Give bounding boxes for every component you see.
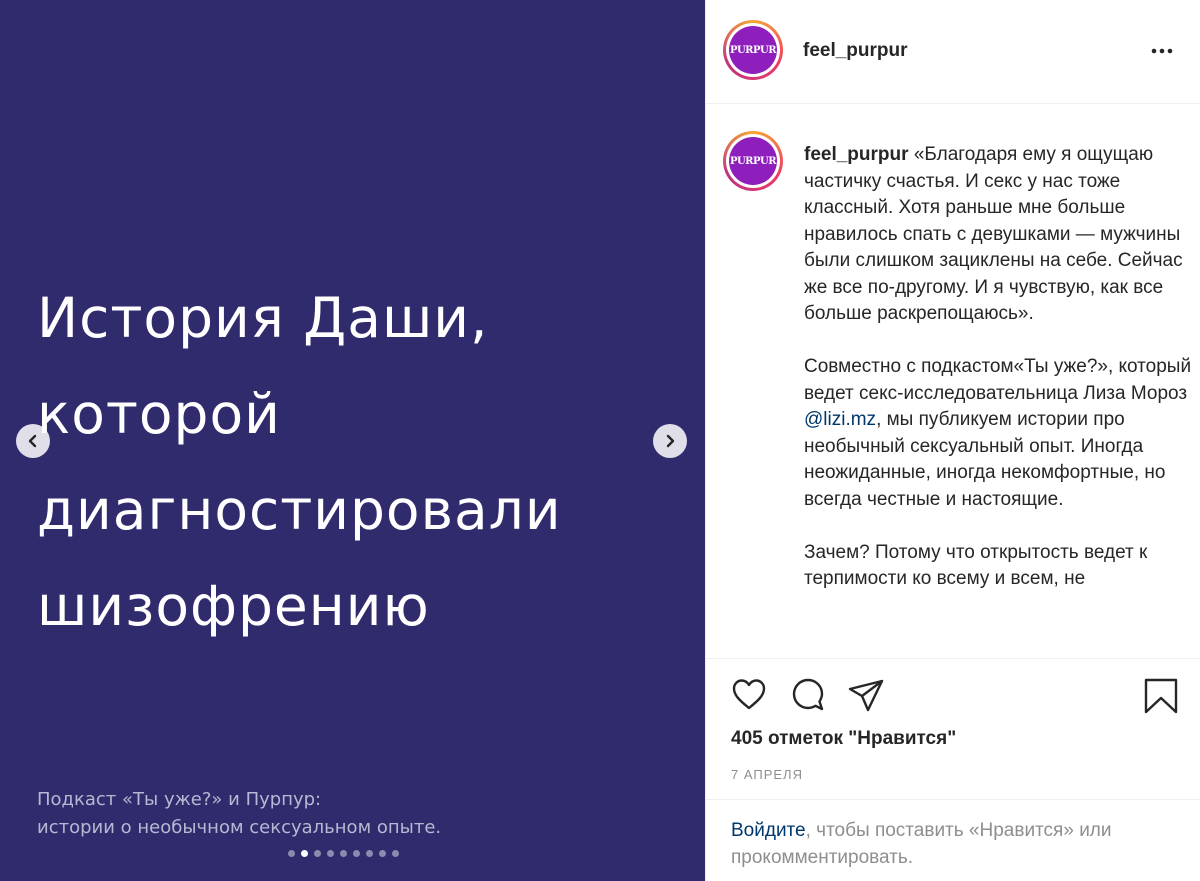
carousel-dot — [288, 850, 295, 857]
mention-link[interactable]: @lizi.mz — [804, 409, 876, 430]
caption-text: «Благодаря ему я ощущаю частичку счастья… — [804, 144, 1183, 324]
comment-button[interactable] — [789, 677, 827, 720]
comment-icon — [792, 678, 824, 711]
post-side-panel: PURPUR feel_purpur PURPUR feel_purpur «Б… — [705, 0, 1200, 881]
slide-caption-line: Подкаст «Ты уже?» и Пурпур: — [37, 789, 322, 810]
caption-paragraph: Зачем? Потому что открытость ведет к тер… — [804, 540, 1200, 593]
login-prompt: Войдите, чтобы поставить «Нравится» или … — [706, 799, 1200, 868]
more-options-button[interactable] — [1151, 40, 1173, 67]
likes-count[interactable]: 405 отметок "Нравится" — [731, 728, 956, 750]
chevron-right-icon — [666, 434, 675, 448]
post-image-carousel[interactable]: История Даши, которой диагностировали ши… — [0, 0, 705, 881]
carousel-dot — [340, 850, 347, 857]
caption-avatar[interactable]: PURPUR — [723, 131, 783, 191]
caption-text: Совместно с подкастом«Ты уже?», который … — [804, 356, 1192, 404]
previous-slide-button[interactable] — [16, 424, 50, 458]
carousel-dot — [327, 850, 334, 857]
chevron-left-icon — [28, 434, 37, 448]
share-button[interactable] — [847, 677, 885, 720]
next-slide-button[interactable] — [653, 424, 687, 458]
caption-paragraph: feel_purpur «Благодаря ему я ощущаю част… — [804, 142, 1200, 328]
carousel-dot — [392, 850, 399, 857]
carousel-dot — [314, 850, 321, 857]
slide-caption-line: истории о необычном сексуальном опыте. — [37, 817, 442, 838]
slide-title: История Даши, которой диагностировали ши… — [37, 286, 562, 638]
avatar-logo: PURPUR — [729, 26, 777, 74]
post-actions: 405 отметок "Нравится" 7 АПРЕЛЯ Войдите,… — [706, 659, 1200, 881]
avatar-logo: PURPUR — [729, 137, 777, 185]
slide-caption: Подкаст «Ты уже?» и Пурпур: истории о не… — [37, 786, 441, 842]
share-icon — [848, 679, 884, 712]
post-caption: feel_purpur «Благодаря ему я ощущаю част… — [804, 142, 1200, 619]
like-button[interactable] — [731, 677, 767, 718]
more-horizontal-icon — [1151, 48, 1173, 54]
carousel-dots — [288, 850, 399, 857]
caption-username[interactable]: feel_purpur — [804, 144, 909, 165]
post-date: 7 АПРЕЛЯ — [731, 767, 803, 782]
heart-icon — [732, 679, 766, 710]
carousel-dot — [379, 850, 386, 857]
bookmark-icon — [1144, 678, 1178, 714]
caption-text: Зачем? Потому что открытость ведет к тер… — [804, 541, 1148, 590]
carousel-dot — [301, 850, 308, 857]
carousel-dot — [353, 850, 360, 857]
login-link[interactable]: Войдите — [731, 820, 806, 841]
comments-area[interactable]: PURPUR feel_purpur «Благодаря ему я ощущ… — [706, 104, 1200, 659]
caption-paragraph: Совместно с подкастом«Ты уже?», который … — [804, 354, 1200, 513]
post-header: PURPUR feel_purpur — [706, 0, 1200, 104]
header-username[interactable]: feel_purpur — [803, 40, 908, 62]
save-button[interactable] — [1143, 677, 1179, 720]
carousel-dot — [366, 850, 373, 857]
avatar[interactable]: PURPUR — [723, 20, 783, 80]
